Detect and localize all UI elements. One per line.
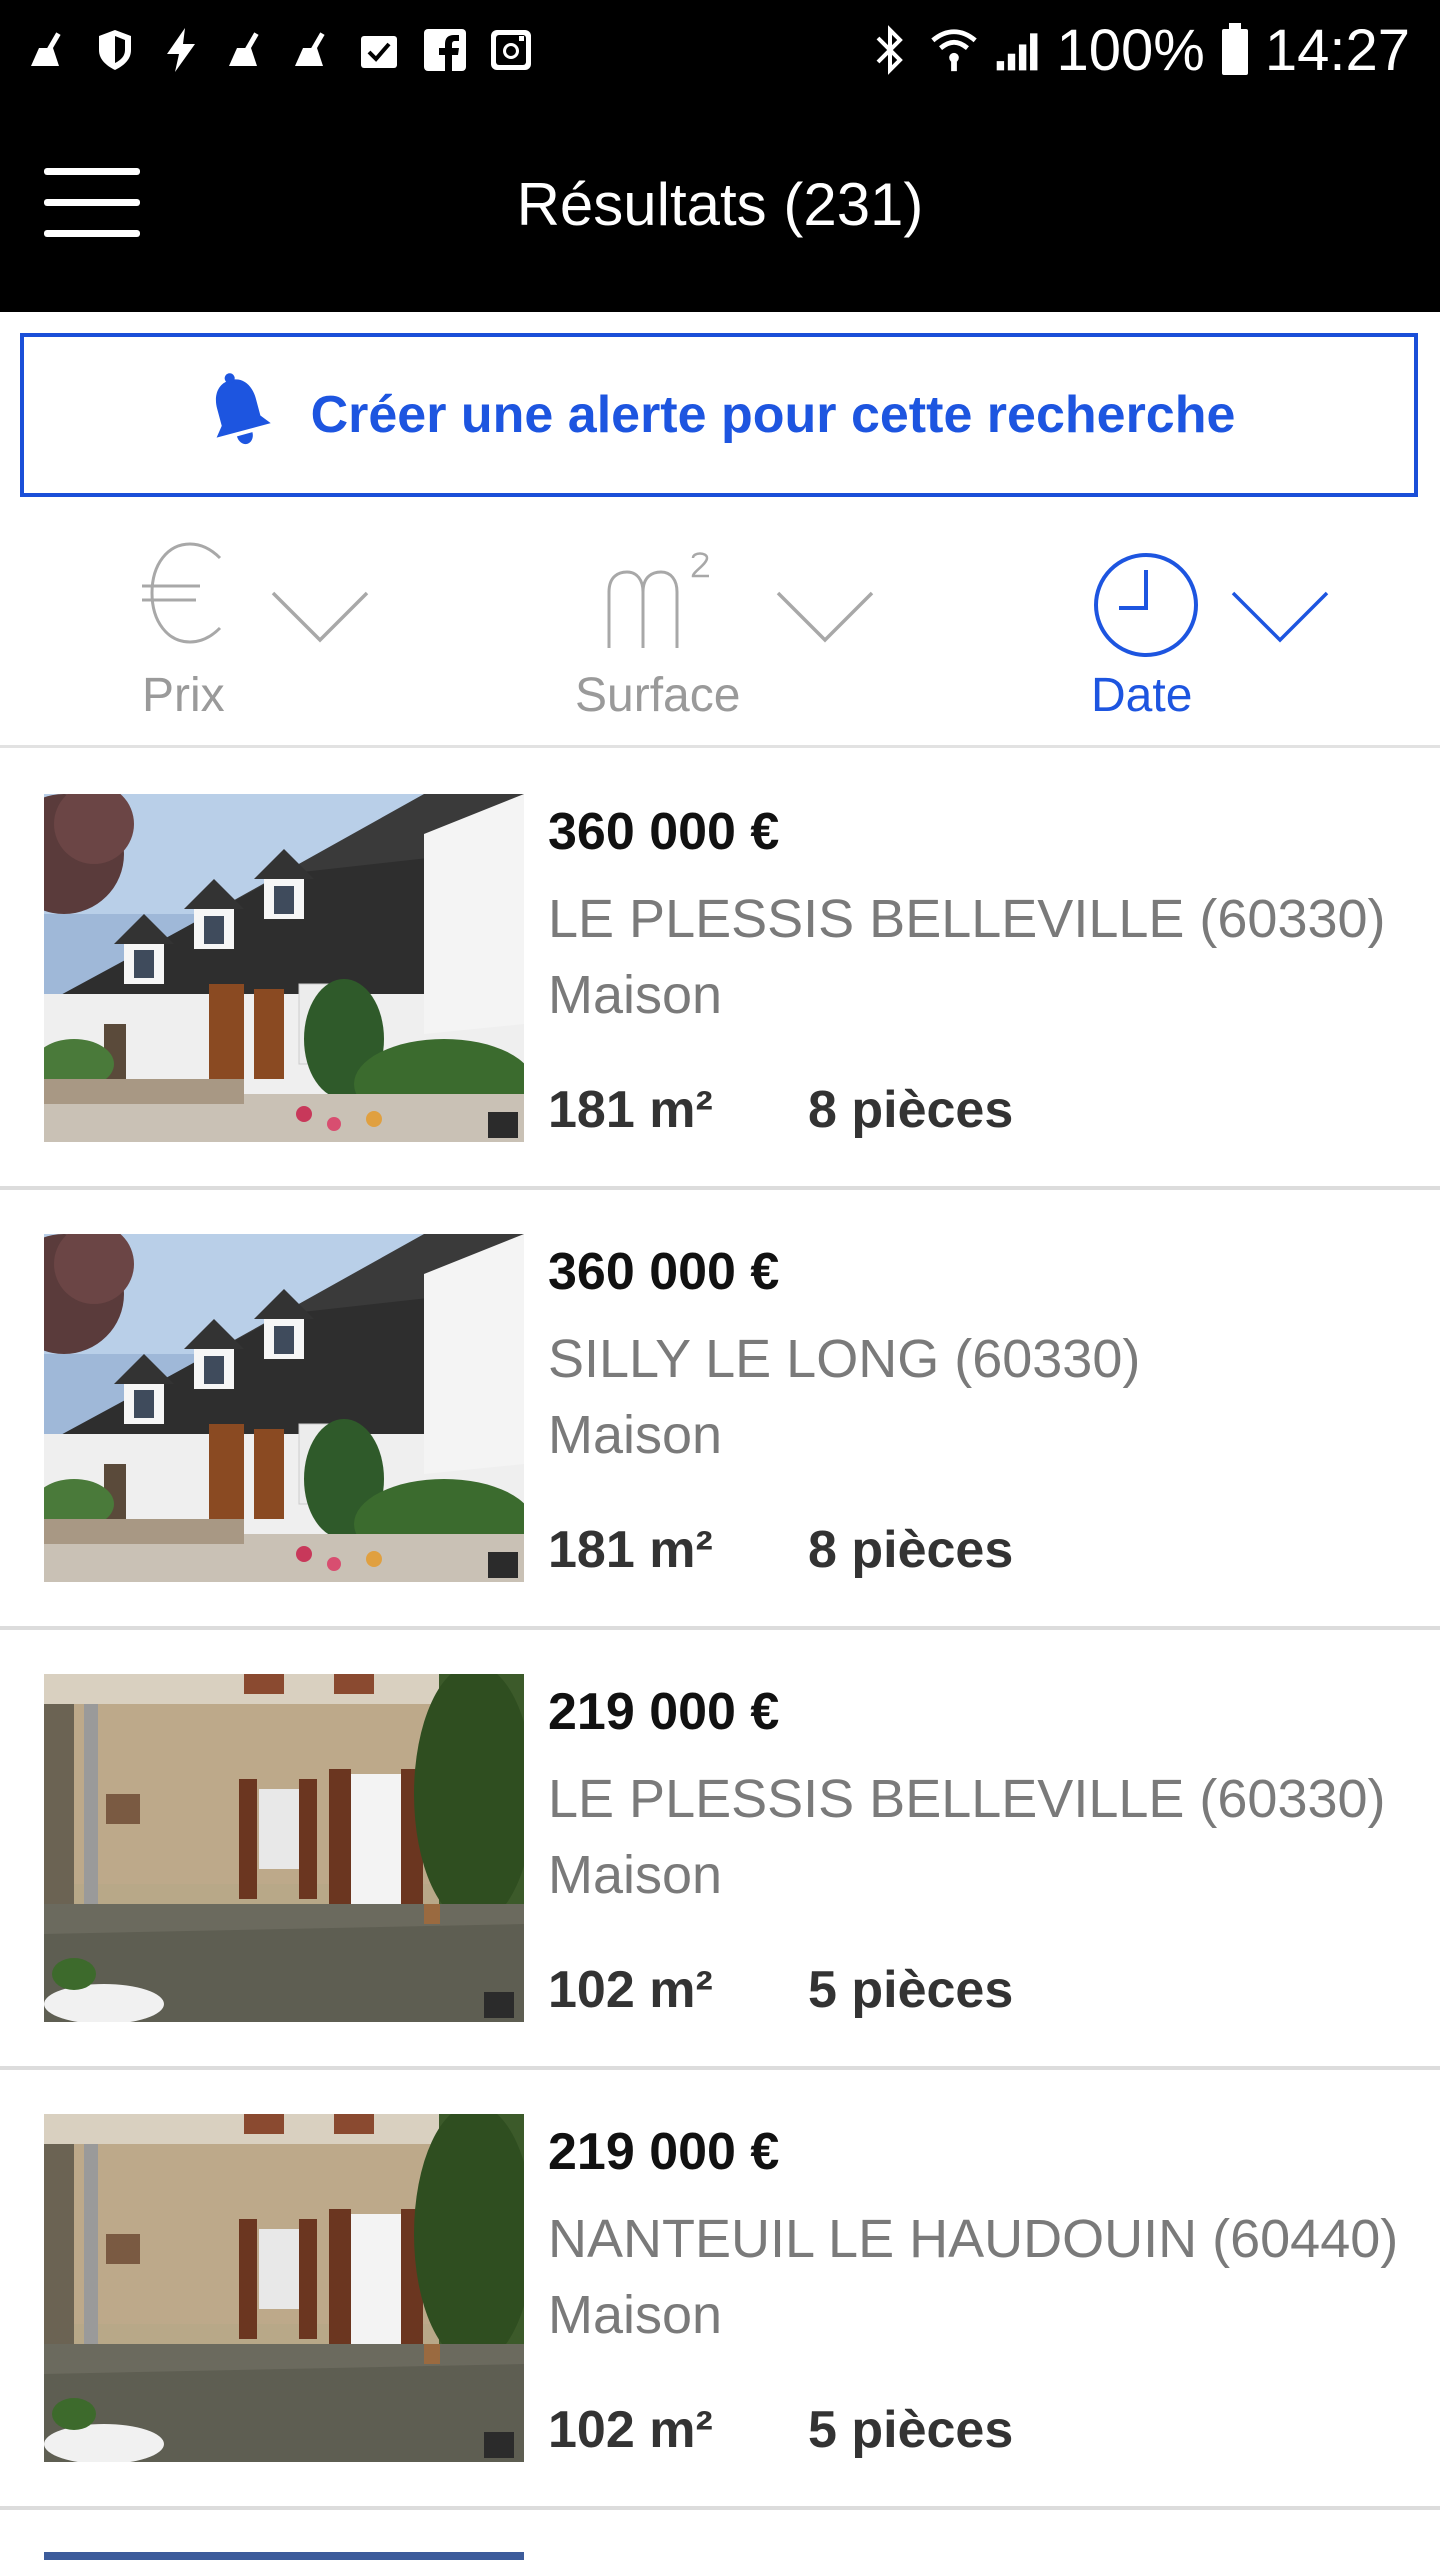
clock-icon xyxy=(1091,550,1201,664)
clipboard-check-icon xyxy=(354,25,404,75)
listing-type: Maison xyxy=(548,965,723,1025)
chevron-down-icon xyxy=(270,590,370,650)
divider xyxy=(0,2506,1440,2510)
listing-photo xyxy=(44,2114,524,2462)
sort-price-label: Prix xyxy=(142,669,225,722)
page-title: Résultats (231) xyxy=(516,171,924,238)
listing-surface: 181 m² xyxy=(548,1521,713,1579)
bell-icon xyxy=(203,371,275,459)
listing-type: Maison xyxy=(548,1405,723,1465)
listing-photo xyxy=(44,1674,524,2022)
signal-icon xyxy=(993,25,1043,75)
listing-photo xyxy=(44,794,524,1142)
listing-city: LE PLESSIS BELLEVILLE (60330) xyxy=(548,889,1386,949)
sort-date-label: Date xyxy=(1091,669,1193,722)
create-alert-button[interactable]: Créer une alerte pour cette recherche xyxy=(20,333,1418,497)
create-alert-label: Créer une alerte pour cette recherche xyxy=(310,386,1236,444)
listing-item[interactable]: 219 000 € LE PLESSIS BELLEVILLE (60330) … xyxy=(0,1630,1440,2070)
sort-bar: Prix Surface Date xyxy=(0,520,1440,748)
broom-icon xyxy=(24,25,74,75)
listing-surface: 102 m² xyxy=(548,1961,713,2019)
listing-photo xyxy=(44,1234,524,1582)
clock: 14:27 xyxy=(1264,17,1410,83)
shield-icon xyxy=(90,25,140,75)
sort-date[interactable]: Date xyxy=(1085,520,1345,730)
listing-rooms: 8 pièces xyxy=(808,1081,1014,1139)
facebook-icon xyxy=(420,25,470,75)
listing-price: 360 000 € xyxy=(548,803,780,861)
square-meter-icon xyxy=(603,552,723,666)
chevron-down-icon xyxy=(775,590,875,650)
next-listing-photo[interactable] xyxy=(44,2552,524,2560)
listing-price: 219 000 € xyxy=(548,2123,780,2181)
listing-city: SILLY LE LONG (60330) xyxy=(548,1329,1141,1389)
euro-icon xyxy=(140,538,230,652)
listing-item[interactable]: 360 000 € LE PLESSIS BELLEVILLE (60330) … xyxy=(0,750,1440,1190)
sort-surface[interactable]: Surface xyxy=(575,520,895,730)
listing-item[interactable]: 360 000 € SILLY LE LONG (60330) Maison 1… xyxy=(0,1190,1440,1630)
listing-rooms: 5 pièces xyxy=(808,1961,1014,2019)
broom-icon xyxy=(222,25,272,75)
broom-icon xyxy=(288,25,338,75)
listing-rooms: 8 pièces xyxy=(808,1521,1014,1579)
battery-icon xyxy=(1219,23,1251,75)
app-bar: Résultats (231) xyxy=(0,100,1440,312)
listing-rooms: 5 pièces xyxy=(808,2401,1014,2459)
divider xyxy=(0,745,1440,748)
listing-city: LE PLESSIS BELLEVILLE (60330) xyxy=(548,1769,1386,1829)
instagram-icon xyxy=(486,25,536,75)
chevron-down-icon xyxy=(1230,590,1330,650)
listing-surface: 181 m² xyxy=(548,1081,713,1139)
battery-percent: 100% xyxy=(1056,17,1205,83)
status-bar: 100% 14:27 xyxy=(0,0,1440,100)
listing-city: NANTEUIL LE HAUDOUIN (60440) xyxy=(548,2209,1399,2269)
notification-icons xyxy=(24,20,536,80)
listing-price: 360 000 € xyxy=(548,1243,780,1301)
listing-type: Maison xyxy=(548,2285,723,2345)
listing-item[interactable]: 219 000 € NANTEUIL LE HAUDOUIN (60440) M… xyxy=(0,2070,1440,2510)
system-status: 100% 14:27 xyxy=(865,17,1410,83)
bluetooth-icon xyxy=(865,25,915,75)
wifi-icon xyxy=(929,25,979,75)
listing-surface: 102 m² xyxy=(548,2401,713,2459)
listing-type: Maison xyxy=(548,1845,723,1905)
sort-price[interactable]: Prix xyxy=(130,520,390,730)
sort-surface-label: Surface xyxy=(575,669,741,722)
listing-price: 219 000 € xyxy=(548,1683,780,1741)
bolt-icon xyxy=(156,25,206,75)
